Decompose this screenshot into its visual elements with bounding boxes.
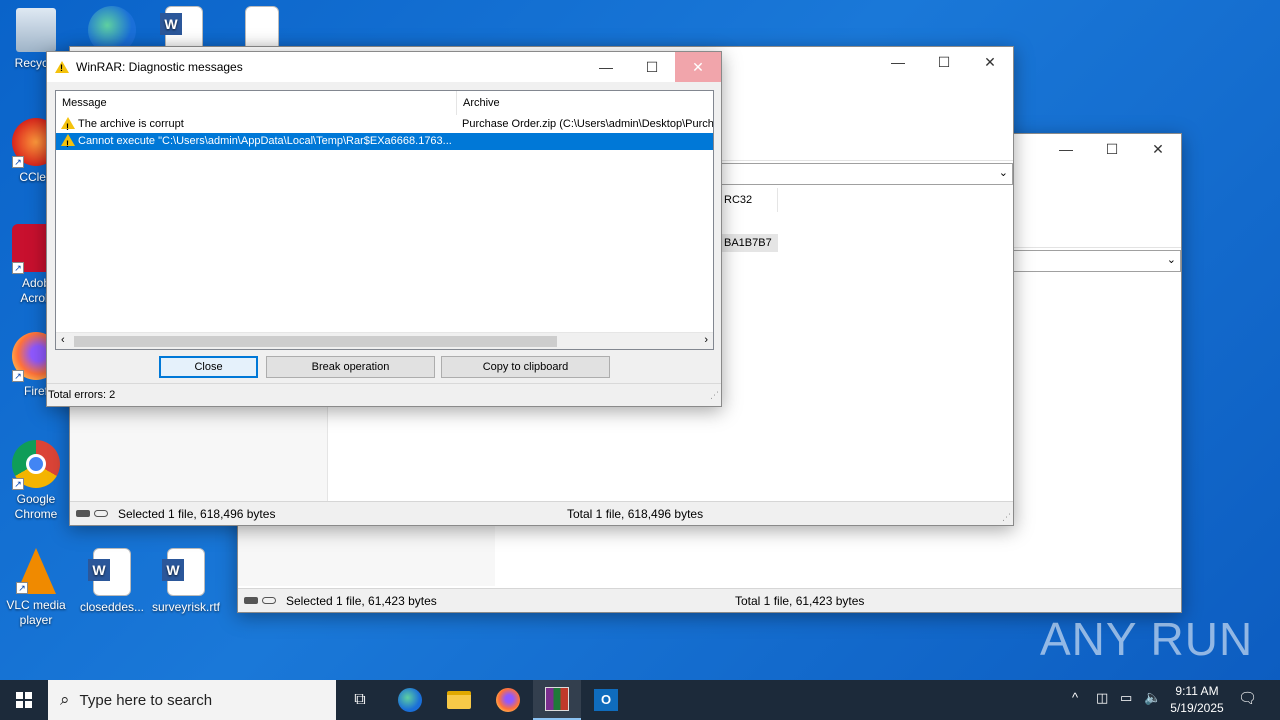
word-doc-icon: W (88, 548, 131, 596)
maximize-button[interactable]: ☐ (629, 52, 675, 82)
drive-icon (76, 510, 90, 517)
status-bar: Selected 1 file, 61,423 bytes Total 1 fi… (238, 588, 1181, 612)
messages-list[interactable]: Message Archive The archive is corrupt P… (55, 90, 714, 350)
message-text: The archive is corrupt (78, 118, 184, 130)
shortcut-arrow-icon: ↗ (12, 156, 24, 168)
column-header-archive[interactable]: Archive (457, 91, 713, 115)
close-button[interactable]: ✕ (1135, 134, 1181, 164)
status-bar: Selected 1 file, 618,496 bytes Total 1 f… (70, 501, 1013, 525)
taskbar-firefox[interactable] (484, 680, 532, 720)
show-hidden-icons-chevron-icon[interactable]: ^ (1072, 690, 1078, 705)
taskbar-outlook[interactable]: O (582, 680, 630, 720)
start-button[interactable] (0, 680, 48, 720)
shortcut-arrow-icon: ↗ (12, 262, 24, 274)
taskbar-edge[interactable] (386, 680, 434, 720)
vlc-icon: ↗ (16, 548, 56, 594)
total-errors: Total errors: 2 (48, 389, 116, 401)
copy-to-clipboard-button[interactable]: Copy to clipboard (441, 356, 610, 378)
dialog-title: WinRAR: Diagnostic messages (76, 60, 243, 74)
scrollbar-thumb[interactable] (74, 336, 557, 347)
word-doc-icon: W (162, 548, 205, 596)
horizontal-scrollbar[interactable]: ‹ › (56, 332, 713, 349)
desktop-icon-label: Firef (24, 384, 48, 398)
dialog-status-bar: Total errors: 2 ⋰ (47, 383, 721, 406)
close-dialog-button[interactable]: Close (159, 356, 258, 378)
taskbar-winrar[interactable] (533, 680, 581, 720)
column-header-message[interactable]: Message (56, 91, 457, 115)
message-row-selected[interactable]: Cannot execute "C:\Users\admin\AppData\L… (56, 133, 713, 153)
key-icon (262, 597, 276, 604)
maximize-button[interactable]: ☐ (1089, 134, 1135, 164)
desktop-icon-label: Google (16, 492, 56, 506)
meet-now-icon[interactable]: ◫ (1096, 690, 1108, 706)
drive-icon (244, 597, 258, 604)
shortcut-arrow-icon: ↗ (12, 370, 24, 382)
edge-icon (398, 688, 422, 712)
volume-icon[interactable]: 🔈 (1144, 689, 1161, 706)
status-selected: Selected 1 file, 61,423 bytes (286, 593, 437, 608)
taskbar-file-explorer[interactable] (435, 680, 483, 720)
warning-icon (55, 61, 69, 73)
desktop-icon-word-closeddes[interactable]: W closeddes... (76, 548, 148, 615)
shortcut-arrow-icon: ↗ (12, 478, 24, 490)
folder-icon (447, 691, 471, 709)
recycle-bin-icon (16, 8, 56, 52)
minimize-button[interactable]: — (583, 52, 629, 82)
notifications-icon[interactable]: 🗨 (1238, 689, 1257, 707)
shortcut-arrow-icon: ↗ (16, 582, 28, 594)
chrome-icon: ↗ (12, 440, 60, 490)
taskbar-search[interactable]: ⌕ Type here to search (48, 680, 336, 720)
status-selected: Selected 1 file, 618,496 bytes (118, 506, 276, 521)
clock-time: 9:11 AM (1175, 684, 1219, 698)
maximize-button[interactable]: ☐ (921, 47, 967, 77)
desktop-icon-word-surveyrisk[interactable]: W surveyrisk.rtf (150, 548, 222, 615)
search-icon: ⌕ (60, 690, 70, 709)
firefox-icon (496, 688, 520, 712)
message-text: Cannot execute "C:\Users\admin\AppData\L… (78, 135, 452, 147)
close-button[interactable]: ✕ (675, 52, 721, 82)
diagnostic-dialog: WinRAR: Diagnostic messages — ☐ ✕ Messag… (46, 51, 722, 407)
scroll-right-icon[interactable]: › (704, 334, 708, 346)
scroll-left-icon[interactable]: ‹ (61, 334, 65, 346)
warning-icon (61, 117, 75, 136)
chevron-down-icon: ⌄ (1166, 254, 1176, 266)
desktop-icon-label: closeddes... (79, 600, 145, 614)
desktop-icon-label: surveyrisk.rtf (151, 600, 220, 614)
desktop-icon-label-line2: Chrome (14, 507, 58, 521)
key-icon (94, 510, 108, 517)
desktop-icon-label-line2: player (19, 613, 53, 627)
break-operation-button[interactable]: Break operation (266, 356, 435, 378)
status-total: Total 1 file, 618,496 bytes (567, 506, 704, 521)
status-total: Total 1 file, 61,423 bytes (735, 593, 865, 608)
resize-grip[interactable]: ⋰ (710, 384, 719, 406)
crc-cell: BA1B7B7 (722, 234, 778, 252)
chevron-down-icon: ⌄ (998, 167, 1008, 179)
minimize-button[interactable]: — (1043, 134, 1089, 164)
desktop-icon-label: VLC media (6, 598, 66, 612)
clock[interactable]: 9:11 AM 5/19/2025 (1164, 683, 1230, 717)
column-header-crc32[interactable]: RC32 (722, 188, 778, 212)
close-button[interactable]: ✕ (967, 47, 1013, 77)
minimize-button[interactable]: — (875, 47, 921, 77)
taskbar: ⌕ Type here to search ⧉ O ^ ◫ ▭ 🔈 9:11 A… (0, 680, 1280, 720)
anyrun-watermark: ANY RUN (1040, 613, 1254, 665)
dialog-title-bar: WinRAR: Diagnostic messages — ☐ ✕ (47, 52, 721, 82)
network-icon[interactable]: ▭ (1120, 690, 1132, 706)
windows-logo-icon (16, 692, 32, 708)
clock-date: 5/19/2025 (1170, 701, 1224, 715)
task-view-button[interactable]: ⧉ (336, 680, 384, 720)
task-view-icon: ⧉ (354, 691, 366, 708)
message-row[interactable]: The archive is corrupt Purchase Order.zi… (56, 116, 714, 136)
outlook-icon: O (594, 689, 618, 711)
warning-icon (61, 134, 75, 153)
search-placeholder: Type here to search (79, 691, 213, 709)
resize-grip[interactable]: ⋰ (1002, 512, 1011, 523)
winrar-icon (545, 687, 569, 711)
desktop-icon-chrome[interactable]: ↗ Google Chrome (0, 440, 72, 522)
desktop-icon-vlc[interactable]: ↗ VLC media player (0, 548, 72, 628)
archive-text: Purchase Order.zip (C:\Users\admin\Deskt… (462, 118, 714, 130)
